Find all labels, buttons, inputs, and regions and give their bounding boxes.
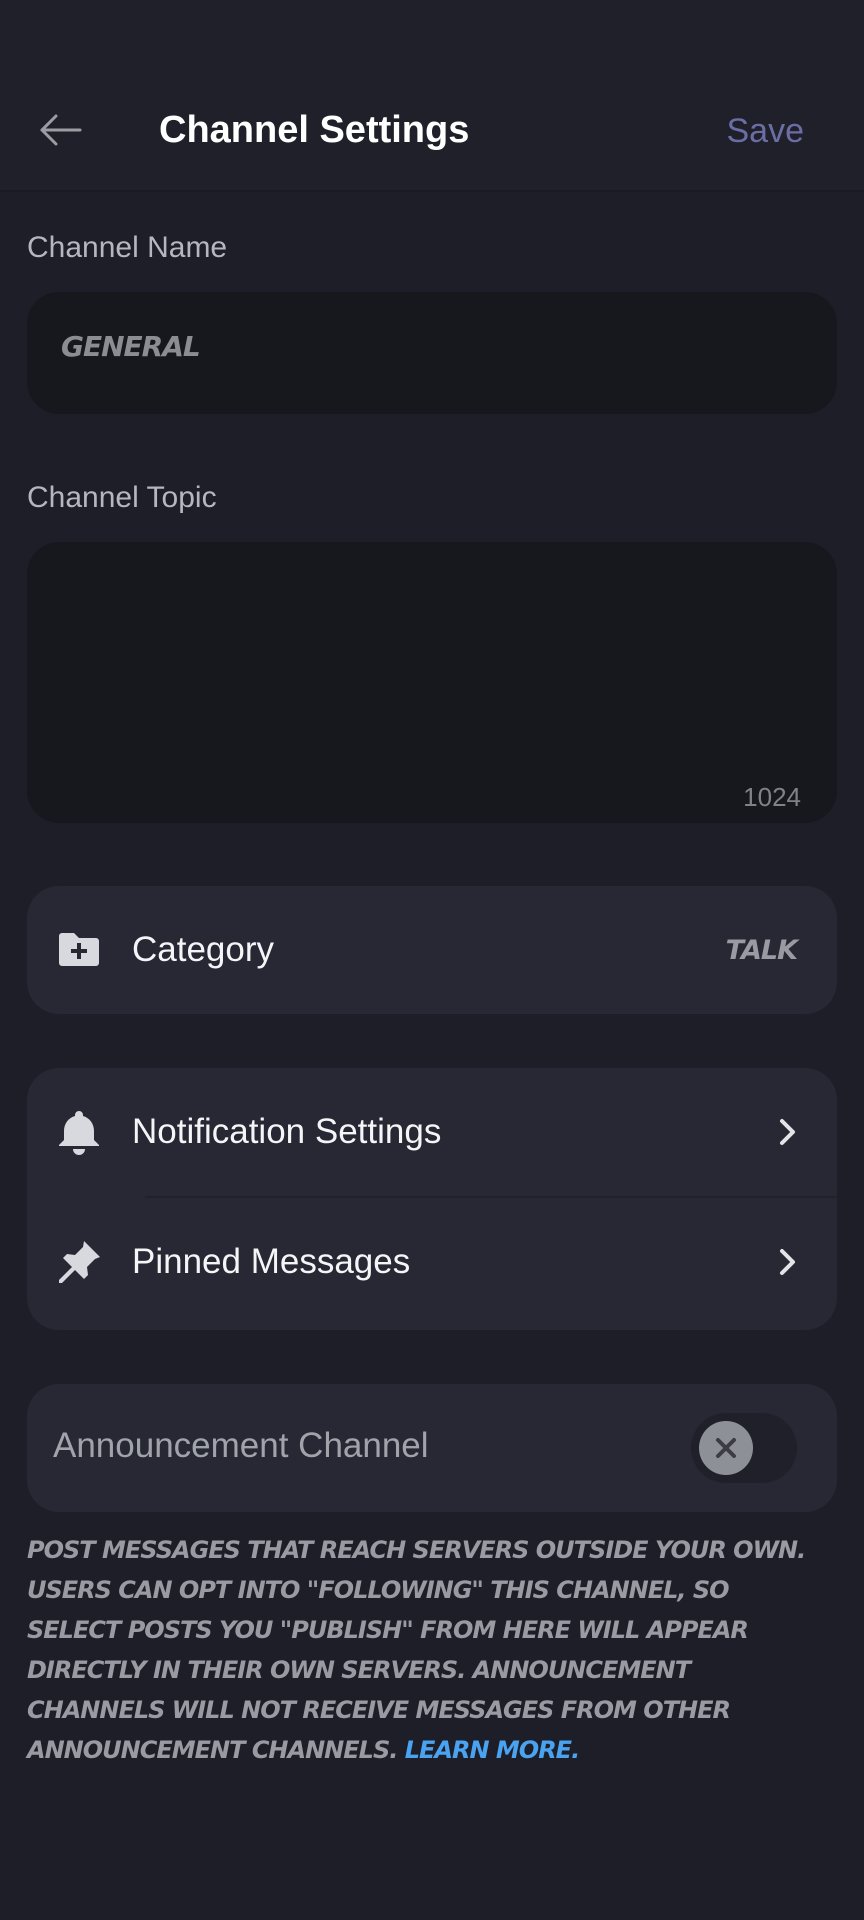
channel-name-value: general — [61, 330, 201, 363]
toggle-knob — [699, 1421, 753, 1475]
pin-icon — [55, 1238, 103, 1286]
folder-plus-icon — [55, 926, 103, 974]
bell-icon — [55, 1108, 103, 1156]
character-count: 1024 — [743, 782, 801, 812]
page-title: Channel Settings — [159, 109, 470, 151]
announcement-description: Post messages that reach servers outside… — [27, 1530, 827, 1770]
chevron-right-icon — [771, 1116, 803, 1148]
learn-more-link[interactable]: Learn more. — [405, 1736, 580, 1764]
pinned-messages-label: Pinned Messages — [132, 1242, 411, 1281]
category-card[interactable]: Category talk — [27, 886, 837, 1014]
settings-list-card: Notification Settings Pinned Messages — [27, 1068, 837, 1330]
category-row[interactable]: Category talk — [27, 886, 837, 1014]
save-button[interactable]: Save — [727, 104, 805, 158]
category-label: Category — [132, 930, 275, 969]
channel-name-label: Channel Name — [27, 231, 228, 264]
back-button[interactable] — [30, 100, 90, 160]
channel-topic-input[interactable]: 1024 — [27, 542, 837, 823]
category-value: talk — [725, 934, 798, 966]
chevron-right-icon — [771, 1246, 803, 1278]
close-icon — [716, 1438, 736, 1458]
app-header: Channel Settings Save — [0, 0, 864, 192]
pinned-messages-row[interactable]: Pinned Messages — [27, 1198, 837, 1326]
notification-settings-label: Notification Settings — [132, 1112, 442, 1151]
announcement-description-text: Post messages that reach servers outside… — [27, 1536, 806, 1764]
announcement-card: Announcement Channel — [27, 1384, 837, 1512]
notification-settings-row[interactable]: Notification Settings — [27, 1068, 837, 1196]
channel-topic-label: Channel Topic — [27, 481, 217, 514]
arrow-left-icon — [40, 114, 82, 146]
channel-name-input[interactable]: general — [27, 292, 837, 414]
announcement-label: Announcement Channel — [53, 1426, 429, 1465]
announcement-toggle[interactable] — [691, 1413, 797, 1483]
